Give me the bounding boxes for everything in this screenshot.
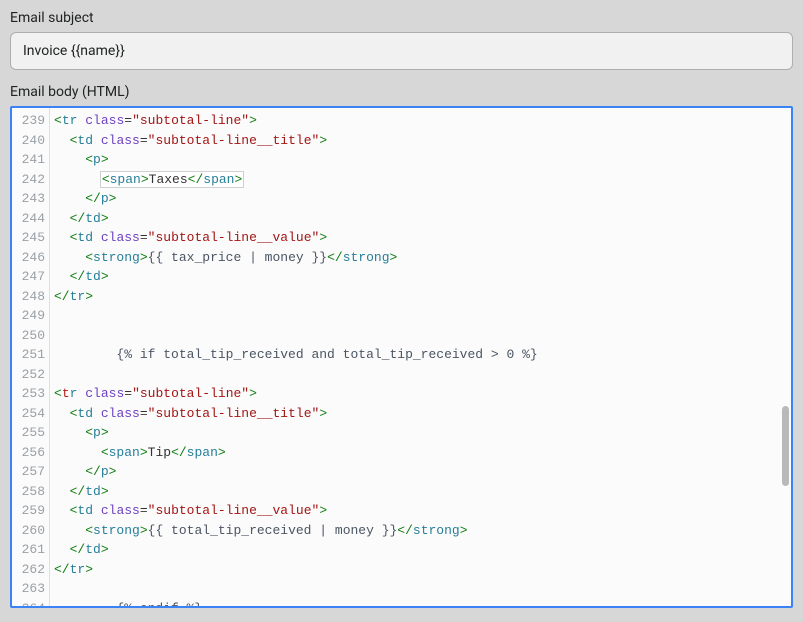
line-number: 243 xyxy=(12,189,49,209)
line-number: 252 xyxy=(12,365,49,385)
code-line[interactable]: <td class="subtotal-line__title"> xyxy=(54,131,791,151)
line-number: 263 xyxy=(12,579,49,599)
line-number: 248 xyxy=(12,287,49,307)
code-line[interactable]: <strong>{{ total_tip_received | money }}… xyxy=(54,521,791,541)
scrollbar-thumb[interactable] xyxy=(782,406,789,486)
line-number: 264 xyxy=(12,599,49,607)
code-line[interactable]: <td class="subtotal-line__title"> xyxy=(54,404,791,424)
code-line[interactable]: </p> xyxy=(54,462,791,482)
code-line[interactable] xyxy=(54,326,791,346)
line-number: 258 xyxy=(12,482,49,502)
code-line[interactable]: </td> xyxy=(54,482,791,502)
line-number: 242 xyxy=(12,170,49,190)
code-line[interactable]: </td> xyxy=(54,540,791,560)
code-line[interactable]: <p> xyxy=(54,423,791,443)
line-number: 244 xyxy=(12,209,49,229)
subject-field-group: Email subject xyxy=(10,10,793,70)
code-line[interactable]: <td class="subtotal-line__value"> xyxy=(54,228,791,248)
code-line[interactable] xyxy=(54,365,791,385)
code-line[interactable]: <td class="subtotal-line__value"> xyxy=(54,501,791,521)
line-number: 254 xyxy=(12,404,49,424)
code-line[interactable]: </p> xyxy=(54,189,791,209)
code-line[interactable]: <strong>{{ tax_price | money }}</strong> xyxy=(54,248,791,268)
line-number: 251 xyxy=(12,345,49,365)
code-area[interactable]: <tr class="subtotal-line"> <td class="su… xyxy=(50,108,791,606)
line-number: 262 xyxy=(12,560,49,580)
code-line[interactable]: {% endif %} xyxy=(54,599,791,607)
line-number: 261 xyxy=(12,540,49,560)
code-line[interactable]: </tr> xyxy=(54,560,791,580)
line-number: 239 xyxy=(12,111,49,131)
code-line[interactable]: </tr> xyxy=(54,287,791,307)
line-number: 256 xyxy=(12,443,49,463)
code-line[interactable]: <span>Tip</span> xyxy=(54,443,791,463)
line-number: 240 xyxy=(12,131,49,151)
line-number: 247 xyxy=(12,267,49,287)
code-line[interactable]: </td> xyxy=(54,209,791,229)
code-line[interactable] xyxy=(54,306,791,326)
line-number: 249 xyxy=(12,306,49,326)
line-number: 246 xyxy=(12,248,49,268)
code-editor[interactable]: 2392402412422432442452462472482492502512… xyxy=(10,106,793,608)
line-number: 245 xyxy=(12,228,49,248)
line-number: 260 xyxy=(12,521,49,541)
body-field-group: Email body (HTML) 2392402412422432442452… xyxy=(10,84,793,608)
code-line[interactable]: <span>Taxes</span> xyxy=(54,170,791,190)
line-number: 257 xyxy=(12,462,49,482)
line-number: 241 xyxy=(12,150,49,170)
line-number: 250 xyxy=(12,326,49,346)
subject-input[interactable] xyxy=(10,32,793,70)
code-line[interactable]: <p> xyxy=(54,150,791,170)
subject-label: Email subject xyxy=(10,10,793,26)
code-line[interactable]: {% if total_tip_received and total_tip_r… xyxy=(54,345,791,365)
line-number: 253 xyxy=(12,384,49,404)
code-line[interactable]: <tr class="subtotal-line"> xyxy=(54,111,791,131)
line-number: 255 xyxy=(12,423,49,443)
code-line[interactable]: <tr class="subtotal-line"> xyxy=(54,384,791,404)
vertical-scrollbar[interactable] xyxy=(777,110,789,604)
line-number: 259 xyxy=(12,501,49,521)
line-number-gutter: 2392402412422432442452462472482492502512… xyxy=(12,108,50,606)
body-label: Email body (HTML) xyxy=(10,84,793,100)
code-line[interactable]: </td> xyxy=(54,267,791,287)
code-line[interactable] xyxy=(54,579,791,599)
